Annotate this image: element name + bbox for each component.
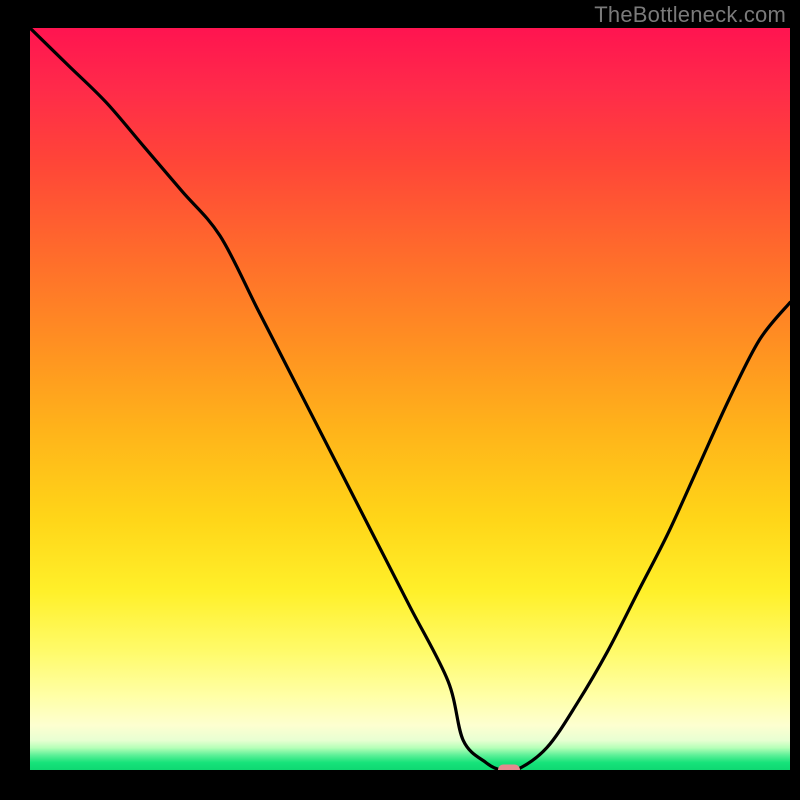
optimal-marker: [498, 765, 520, 771]
chart-frame: TheBottleneck.com: [0, 0, 800, 800]
watermark-text: TheBottleneck.com: [594, 2, 786, 28]
plot-area: [30, 28, 790, 770]
bottleneck-curve: [30, 28, 790, 770]
